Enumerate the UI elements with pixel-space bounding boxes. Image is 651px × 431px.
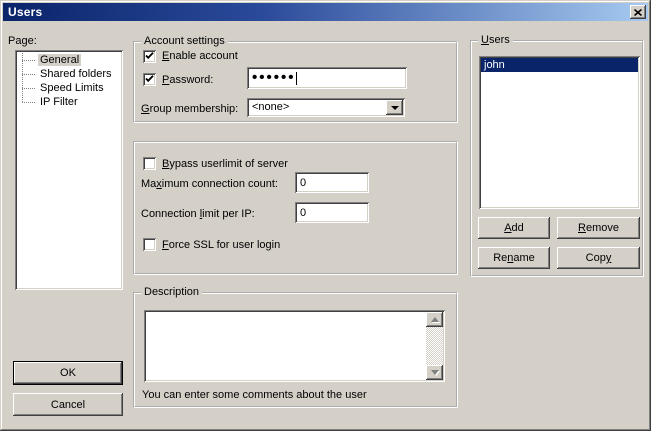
page-label: Page: (8, 35, 37, 48)
page-item-label: Speed Limits (38, 82, 106, 94)
users-list[interactable]: john (479, 56, 640, 209)
user-name: john (484, 59, 505, 71)
dropdown-button[interactable] (386, 100, 403, 115)
remove-label: Remove (578, 222, 619, 234)
page-item-ip-filter[interactable]: IP Filter (17, 95, 123, 109)
description-group: Description You can enter some comments … (133, 292, 458, 408)
add-label: Add (504, 222, 524, 234)
group-membership-value: <none> (252, 101, 289, 114)
bypass-userlimit-label[interactable]: Bypass userlimit of server (162, 158, 288, 171)
group-membership-select[interactable]: <none> (247, 98, 405, 117)
page-item-label: Shared folders (38, 68, 114, 80)
titlebar[interactable]: Users (3, 3, 648, 21)
group-membership-label: Group membership: (141, 103, 238, 116)
users-dialog: Users Page: General Shared folders Speed… (0, 0, 651, 431)
ok-button[interactable]: OK (13, 361, 123, 385)
cancel-button[interactable]: Cancel (13, 393, 123, 416)
close-icon (634, 9, 642, 16)
connection-limit-per-ip-label: Connection limit per IP: (141, 208, 255, 221)
password-masked-value: •••••• (252, 70, 296, 86)
arrow-down-icon (431, 370, 439, 379)
description-scrollbar[interactable] (426, 312, 443, 380)
page-item-shared-folders[interactable]: Shared folders (17, 67, 123, 81)
force-ssl-label[interactable]: Force SSL for user login (162, 239, 280, 252)
page-list[interactable]: General Shared folders Speed Limits IP F… (15, 50, 123, 290)
text-caret (296, 72, 297, 85)
password-checkbox[interactable] (143, 73, 156, 86)
page-item-label: IP Filter (38, 96, 80, 108)
enable-account-label[interactable]: Enable account (162, 50, 238, 63)
password-label[interactable]: Password: (162, 74, 213, 87)
copy-label: Copy (586, 252, 612, 264)
description-textarea[interactable] (144, 310, 445, 382)
max-connection-label: Maximum connection count: (141, 178, 278, 191)
password-input[interactable]: •••••• (247, 67, 407, 89)
ok-label: OK (60, 367, 76, 379)
close-button[interactable] (630, 5, 646, 19)
page-tree: General Shared folders Speed Limits IP F… (17, 52, 123, 109)
page-item-general[interactable]: General (17, 53, 123, 67)
chevron-down-icon (391, 106, 399, 114)
account-settings-group: Account settings Enable account Password… (133, 41, 458, 123)
limits-group: Bypass userlimit of server Maximum conne… (133, 141, 458, 275)
scrollbar-track[interactable] (426, 327, 443, 365)
check-icon (145, 75, 154, 83)
max-connection-input[interactable] (295, 172, 369, 193)
cancel-label: Cancel (51, 399, 85, 411)
rename-button[interactable]: Rename (478, 247, 550, 269)
window-title: Users (8, 5, 42, 19)
description-title: Description (141, 286, 202, 299)
scroll-down-button[interactable] (426, 365, 443, 380)
account-settings-title: Account settings (141, 35, 228, 48)
page-item-speed-limits[interactable]: Speed Limits (17, 81, 123, 95)
users-group: Users john Add Remove Rename Copy (470, 40, 644, 277)
description-hint: You can enter some comments about the us… (142, 389, 367, 402)
users-group-title: Users (478, 34, 513, 47)
rename-label: Rename (493, 252, 535, 264)
force-ssl-checkbox[interactable] (143, 238, 156, 251)
user-list-item[interactable]: john (481, 58, 638, 72)
remove-button[interactable]: Remove (557, 217, 640, 239)
arrow-up-icon (431, 313, 439, 322)
add-button[interactable]: Add (478, 217, 550, 239)
connection-limit-per-ip-input[interactable] (295, 202, 369, 223)
scroll-up-button[interactable] (426, 312, 443, 327)
check-icon (145, 52, 154, 60)
bypass-userlimit-checkbox[interactable] (143, 157, 156, 170)
copy-button[interactable]: Copy (557, 247, 640, 269)
page-item-label: General (38, 54, 81, 66)
enable-account-checkbox[interactable] (143, 50, 156, 63)
